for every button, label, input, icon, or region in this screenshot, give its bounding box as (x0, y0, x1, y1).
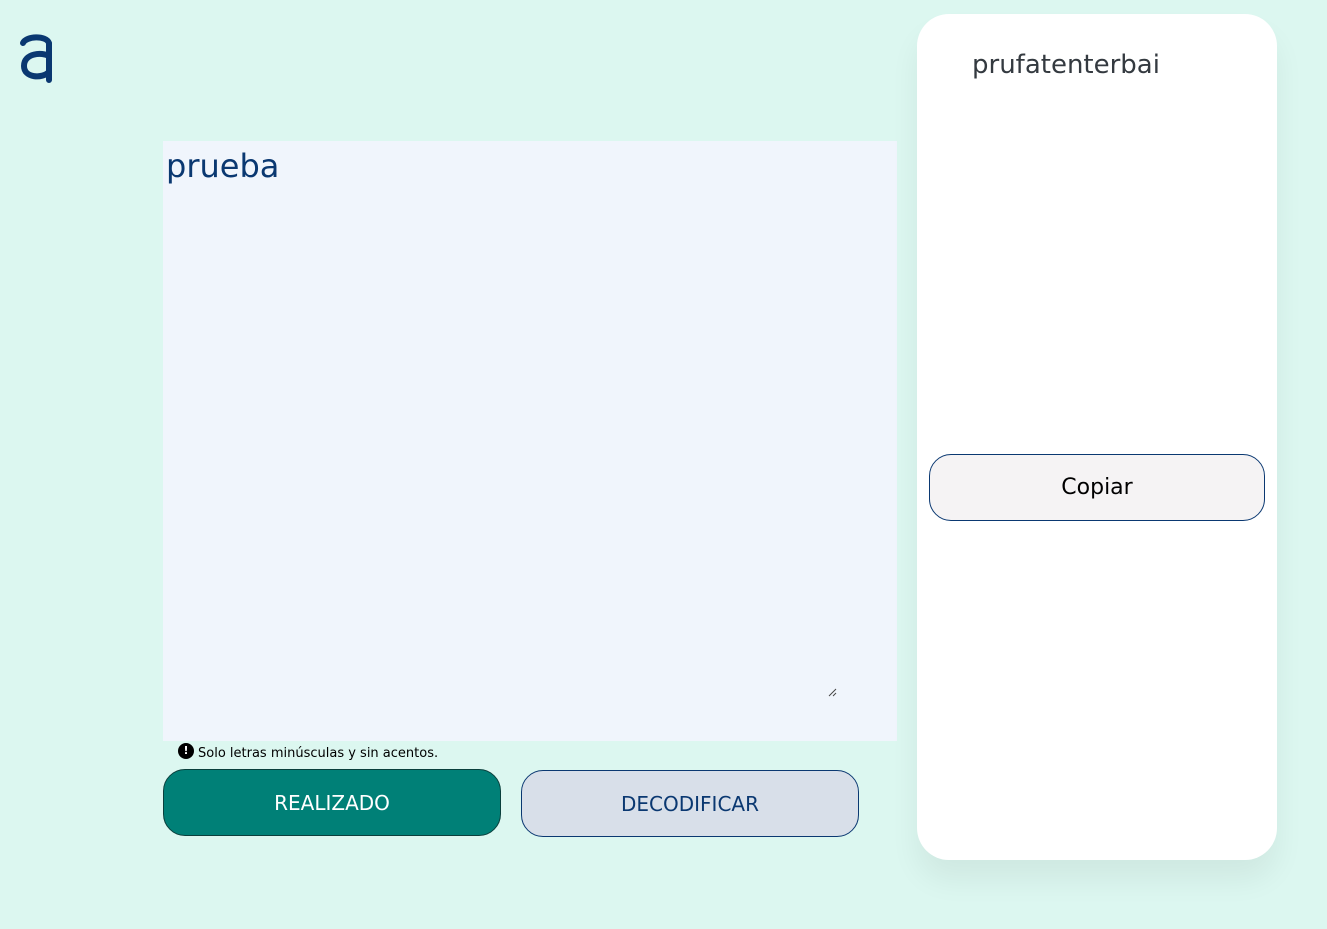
page: prueba ! Solo letras minúsculas y sin ac… (0, 0, 1327, 929)
exclamation-circle-icon: ! (178, 743, 194, 759)
text-input[interactable]: prueba (163, 141, 897, 741)
text-input-value[interactable]: prueba (166, 147, 279, 185)
hint-text: Solo letras minúsculas y sin acentos. (198, 745, 439, 761)
decrypt-button[interactable]: DECODIFICAR (521, 770, 859, 837)
a-logo-icon (18, 32, 56, 84)
copy-button[interactable]: Copiar (929, 454, 1265, 521)
resize-handle-icon[interactable] (827, 682, 837, 697)
encrypt-button[interactable]: REALIZADO (163, 769, 501, 836)
output-text: prufatenterbai (972, 50, 1160, 80)
output-panel: prufatenterbai Copiar (917, 14, 1277, 860)
input-hint: ! Solo letras minúsculas y sin acentos. (178, 741, 438, 761)
